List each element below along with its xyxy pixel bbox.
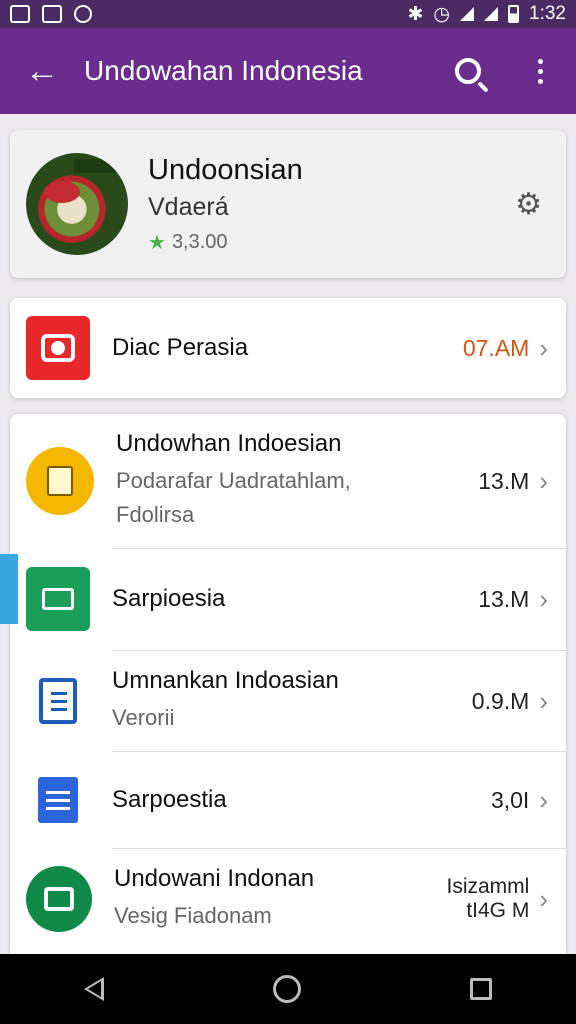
more-vert-icon xyxy=(537,58,543,84)
list-item-title: Undowani Indonan xyxy=(114,865,315,892)
list-item[interactable]: Sarpoestia 3,0I › xyxy=(10,752,566,848)
chevron-right-icon: › xyxy=(539,583,548,614)
battery-icon xyxy=(508,5,520,23)
status-bar: ✱ ◷ 1:32 xyxy=(0,0,576,28)
list-item-meta: 0.9.M xyxy=(471,687,530,714)
chevron-right-icon: › xyxy=(539,332,548,363)
list-item[interactable]: Sarpioesia 13.M › xyxy=(10,549,566,649)
signal-icon xyxy=(460,7,475,21)
messenger-icon xyxy=(42,5,62,23)
profile-subtitle: Vdaerá xyxy=(148,192,229,221)
screen-icon xyxy=(26,567,90,631)
profile-card[interactable]: Undoonsian Vdaerá ★ 3,3.00 ⚙ xyxy=(10,130,566,278)
chevron-right-icon: › xyxy=(539,883,548,914)
signal-icon xyxy=(484,7,499,21)
list-item-title: Umnankan Indoasian xyxy=(112,667,339,694)
list-item-title: Sarpoestia xyxy=(112,786,227,813)
list-item-subtitle: Verorii xyxy=(112,705,175,730)
star-icon: ★ xyxy=(148,231,166,254)
highlight-row[interactable]: Diac Perasia 07.AM › xyxy=(10,298,566,398)
back-button[interactable]: ← xyxy=(0,28,84,114)
list-item-meta: 3,0I xyxy=(490,786,530,813)
avatar xyxy=(26,153,128,255)
list-item-meta: 13.M xyxy=(478,585,530,612)
google-doc-icon xyxy=(26,768,90,832)
chevron-right-icon: › xyxy=(539,685,548,716)
list-item-meta: 13.M xyxy=(478,467,530,494)
list-item-subtitle: Podarafar Uadratahlam, Fdolirsa xyxy=(116,468,351,527)
rating-value: 3,3.00 xyxy=(171,230,228,253)
overflow-menu-button[interactable] xyxy=(504,28,576,114)
rating: ★ 3,3.00 xyxy=(148,230,515,255)
search-button[interactable] xyxy=(432,28,504,114)
list-item-title: Sarpioesia xyxy=(112,585,226,612)
app-title: Undowahan Indonesia xyxy=(84,55,363,86)
list-item[interactable]: Undowani Indonan Vesig Fiadonam Isizamml… xyxy=(10,849,566,949)
briefcase-icon xyxy=(26,866,92,932)
arrow-left-icon: ← xyxy=(25,51,59,90)
notification-icons xyxy=(10,5,92,23)
list-item-title: Undowhan Indoesian xyxy=(116,430,342,457)
file-list: Undowhan Indoesian Podarafar Uadratahlam… xyxy=(0,414,566,954)
camera-icon xyxy=(26,316,90,380)
nav-home-icon[interactable] xyxy=(272,975,301,1003)
list-item-meta: Isizamml tI4G M xyxy=(446,875,530,922)
bluetooth-icon: ✱ xyxy=(407,3,424,25)
status-time: 1:32 xyxy=(529,3,566,24)
list-item[interactable]: Undowhan Indoesian Podarafar Uadratahlam… xyxy=(10,414,566,548)
navigation-bar xyxy=(0,954,576,1024)
system-icons: ✱ ◷ 1:32 xyxy=(408,3,567,26)
whatsapp-icon xyxy=(74,5,92,23)
app-bar: ← Undowahan Indonesia xyxy=(0,28,576,114)
image-icon xyxy=(10,5,30,23)
gear-icon[interactable]: ⚙ xyxy=(515,187,542,222)
nav-back-icon[interactable] xyxy=(84,977,105,1001)
alarm-icon: ◷ xyxy=(433,3,451,25)
document-icon xyxy=(26,447,94,515)
list-item[interactable]: Umnankan Indoasian Verorii 0.9.M › xyxy=(10,651,566,751)
chevron-right-icon: › xyxy=(539,465,548,496)
profile-name: Undoonsian xyxy=(148,153,303,186)
list-item-subtitle: Vesig Fiadonam xyxy=(114,903,272,928)
clipboard-icon xyxy=(26,669,90,733)
search-icon xyxy=(455,58,481,84)
highlight-title: Diac Perasia xyxy=(112,334,249,361)
nav-recent-icon[interactable] xyxy=(469,978,492,1000)
highlight-meta: 07.AM xyxy=(462,334,530,361)
chevron-right-icon: › xyxy=(539,784,548,815)
